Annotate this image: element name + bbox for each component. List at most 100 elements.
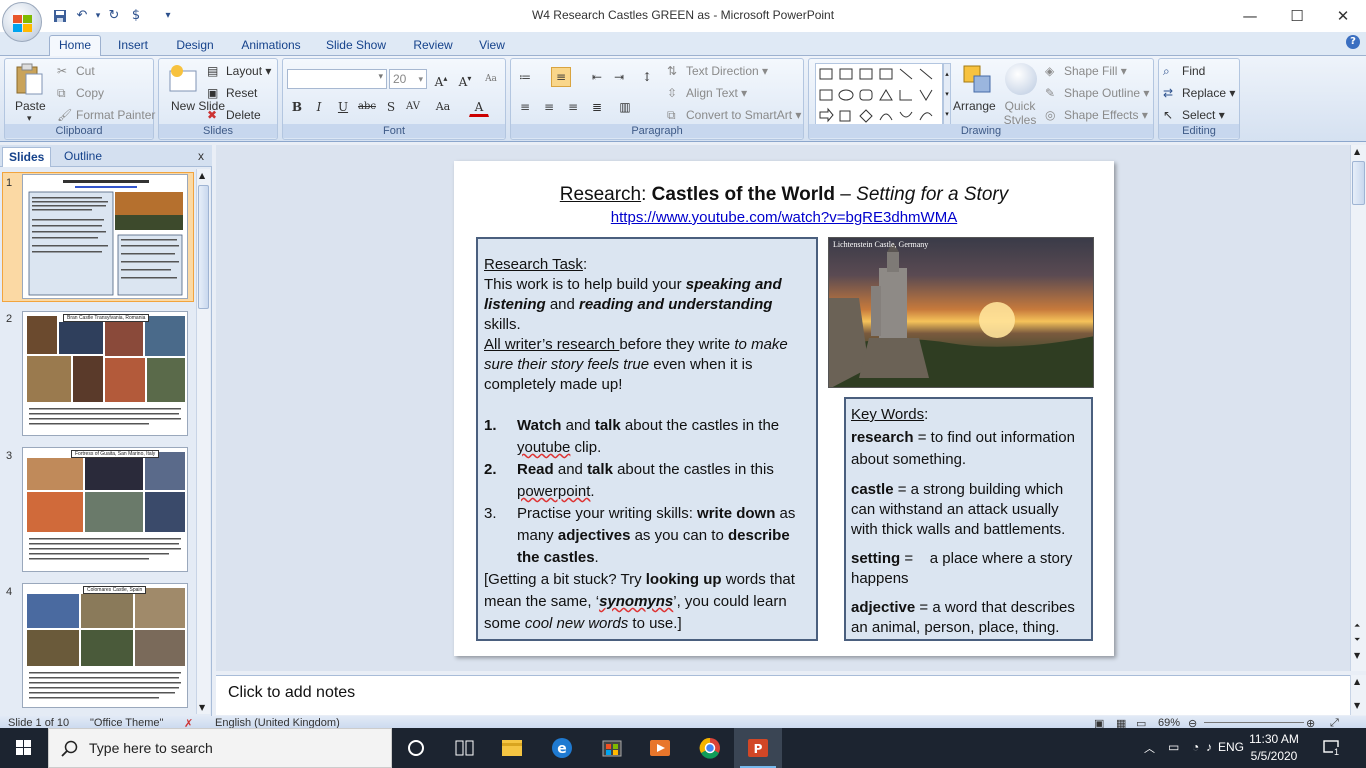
slides-panel-scrollbar[interactable]: ▲ ▼ xyxy=(196,169,210,714)
slide-thumbnail-4[interactable]: Colomares Castle, Spain xyxy=(22,583,188,708)
notifications-icon[interactable]: 1 xyxy=(1322,738,1342,758)
notes-scrollbar[interactable]: ▲ ▼ xyxy=(1350,675,1366,715)
align-text-button[interactable]: Align Text xyxy=(686,86,738,100)
text-shadow-button[interactable]: S xyxy=(381,97,401,117)
shapes-gallery-scroll[interactable]: ▴ ▾ ▾ xyxy=(943,63,951,125)
shape-effects-button[interactable]: Shape Effects xyxy=(1064,108,1139,122)
maximize-button[interactable]: ☐ xyxy=(1277,4,1317,28)
task-view-icon[interactable] xyxy=(440,728,488,768)
scroll-up-icon[interactable]: ▲ xyxy=(1354,147,1360,156)
close-panel-button[interactable]: x xyxy=(192,147,210,167)
battery-icon[interactable]: ▭ xyxy=(1168,740,1179,754)
delete-button[interactable]: Delete xyxy=(226,108,261,122)
slide-canvas-scroll-thumb[interactable] xyxy=(1352,161,1365,205)
shapes-gallery[interactable] xyxy=(815,63,943,125)
minimize-button[interactable]: — xyxy=(1230,4,1270,28)
network-icon[interactable]: ◔ xyxy=(1192,740,1199,754)
tab-insert[interactable]: Insert xyxy=(110,36,156,56)
notes-placeholder[interactable]: Click to add notes xyxy=(228,684,355,702)
strikethrough-button[interactable]: abc xyxy=(357,97,377,117)
taskbar-clock[interactable]: 11:30 AM 5/5/2020 xyxy=(1244,731,1304,765)
find-button[interactable]: Find xyxy=(1182,64,1205,78)
tab-design[interactable]: Design xyxy=(170,36,220,56)
arrange-button[interactable]: Arrange xyxy=(953,99,996,113)
file-explorer-icon[interactable] xyxy=(488,728,536,768)
text-direction-button[interactable]: Text Direction xyxy=(686,64,759,78)
layout-button[interactable]: Layout xyxy=(226,64,262,78)
slide-thumbnail-2[interactable]: Bran Castle Transylvania, Romania xyxy=(22,311,188,436)
slide-thumbnail-3[interactable]: Fortress of Guaita, San Marino, Italy xyxy=(22,447,188,572)
show-hidden-icons-icon[interactable]: ︿ xyxy=(1144,740,1155,756)
select-button[interactable]: Select xyxy=(1182,108,1215,122)
input-language[interactable]: ENG xyxy=(1218,740,1244,754)
edge-browser-icon[interactable]: e xyxy=(538,728,586,768)
shrink-font-button[interactable]: A▾ xyxy=(455,69,475,89)
italic-button[interactable]: I xyxy=(309,97,329,117)
tab-home[interactable]: Home xyxy=(49,35,101,57)
powerpoint-taskbar-icon[interactable]: P xyxy=(734,728,782,768)
help-icon[interactable]: ? xyxy=(1346,35,1360,49)
font-name-combo[interactable]: ▾ xyxy=(287,69,387,89)
arrange-icon[interactable] xyxy=(961,63,993,95)
chrome-icon[interactable] xyxy=(686,728,734,768)
align-right-button[interactable]: ≡ xyxy=(563,97,583,117)
volume-icon[interactable]: ♪ xyxy=(1206,740,1212,754)
slide-thumbnail-1[interactable] xyxy=(22,174,188,299)
replace-button[interactable]: Replace xyxy=(1182,86,1226,100)
next-slide-icon[interactable]: ⏷ xyxy=(1354,635,1360,645)
office-button[interactable] xyxy=(2,2,42,42)
clear-formatting-button[interactable]: Aa xyxy=(481,69,501,89)
taskbar-search-box[interactable]: Type here to search xyxy=(48,728,392,768)
font-color-button[interactable]: A xyxy=(469,97,489,117)
justify-button[interactable]: ≣ xyxy=(587,97,607,117)
youtube-link[interactable]: https://www.youtube.com/watch?v=bgRE3dhm… xyxy=(454,209,1114,226)
research-task-box[interactable]: Research Task: This work is to help buil… xyxy=(476,237,818,641)
new-slide-icon[interactable] xyxy=(167,63,199,95)
align-left-button[interactable]: ≡ xyxy=(515,97,535,117)
grow-font-button[interactable]: A▴ xyxy=(431,69,451,89)
format-painter-button[interactable]: Format Painter xyxy=(76,108,155,122)
start-button[interactable] xyxy=(0,728,48,768)
notes-pane[interactable]: Click to add notes xyxy=(216,675,1350,715)
align-center-button[interactable]: ≡ xyxy=(539,97,559,117)
quick-styles-icon[interactable] xyxy=(1005,63,1037,95)
prev-slide-icon[interactable]: ⏶ xyxy=(1354,621,1360,631)
paste-button[interactable]: Paste xyxy=(15,99,46,113)
paste-dropdown-icon[interactable]: ▾ xyxy=(27,113,32,124)
paste-icon[interactable] xyxy=(13,63,45,95)
key-words-box[interactable]: Key Words: research = to find out inform… xyxy=(844,397,1093,641)
cut-button[interactable]: Cut xyxy=(76,64,95,78)
scroll-up-icon[interactable]: ▲ xyxy=(199,171,205,180)
shape-outline-button[interactable]: Shape Outline xyxy=(1064,86,1140,100)
tab-slide-show[interactable]: Slide Show xyxy=(320,36,392,56)
castle-photo[interactable]: Lichtenstein Castle, Germany xyxy=(828,237,1094,388)
slide-title[interactable]: Research: Castles of the World – Setting… xyxy=(454,184,1114,206)
line-spacing-button[interactable]: ↕ xyxy=(637,67,657,87)
reset-button[interactable]: Reset xyxy=(226,86,257,100)
char-spacing-button[interactable]: AV xyxy=(403,97,423,117)
bold-button[interactable]: B xyxy=(287,97,307,117)
slide[interactable]: Research: Castles of the World – Setting… xyxy=(454,161,1114,656)
tab-review[interactable]: Review xyxy=(408,36,458,56)
quick-styles-button[interactable]: Quick Styles xyxy=(1003,99,1037,127)
tab-slides[interactable]: Slides xyxy=(2,147,52,167)
decrease-indent-button[interactable]: ⇤ xyxy=(587,67,607,87)
tab-view[interactable]: View xyxy=(472,36,512,56)
columns-button[interactable]: ▥ xyxy=(615,97,635,117)
change-case-button[interactable]: Aa xyxy=(433,97,453,117)
scroll-down-icon[interactable]: ▼ xyxy=(1354,651,1360,660)
font-size-combo[interactable]: 20 ▾ xyxy=(389,69,427,89)
convert-smartart-button[interactable]: Convert to SmartArt xyxy=(686,108,792,122)
numbering-button[interactable]: ≡ xyxy=(551,67,571,87)
scroll-down-icon[interactable]: ▼ xyxy=(1354,701,1360,710)
media-player-icon[interactable] xyxy=(636,728,684,768)
tab-animations[interactable]: Animations xyxy=(234,36,308,56)
shape-fill-button[interactable]: Shape Fill xyxy=(1064,64,1117,78)
scroll-down-icon[interactable]: ▼ xyxy=(199,703,205,712)
increase-indent-button[interactable]: ⇥ xyxy=(609,67,629,87)
close-button[interactable]: ✕ xyxy=(1323,4,1363,28)
slides-panel-scroll-thumb[interactable] xyxy=(198,185,209,309)
zoom-slider[interactable] xyxy=(1204,722,1304,723)
tab-outline[interactable]: Outline xyxy=(58,147,108,167)
bullets-button[interactable]: ≔ xyxy=(515,67,535,87)
